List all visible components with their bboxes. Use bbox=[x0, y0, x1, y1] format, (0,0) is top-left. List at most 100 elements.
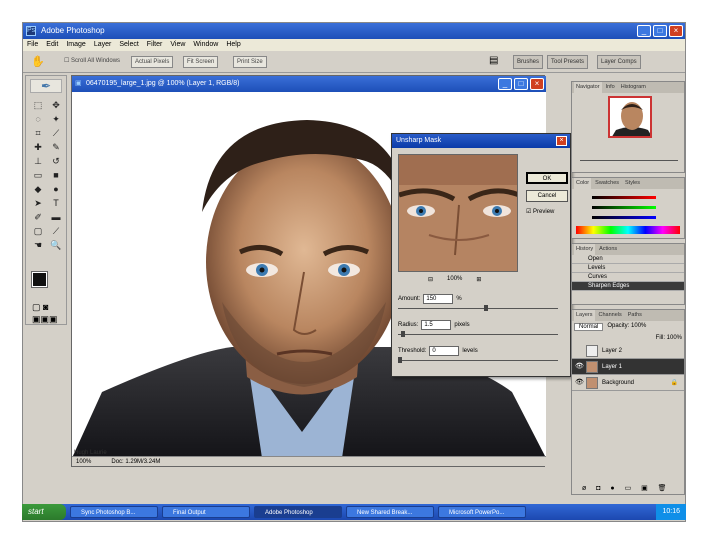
tab-info[interactable]: Info bbox=[604, 82, 617, 93]
preview-checkbox[interactable]: ☑ Preview bbox=[526, 208, 554, 215]
quickmask-icon[interactable]: ▢ ◙ bbox=[32, 302, 48, 313]
navigator-thumbnail[interactable] bbox=[608, 96, 652, 138]
radius-slider[interactable] bbox=[398, 331, 558, 337]
visibility-eye-icon[interactable]: 👁 bbox=[575, 375, 584, 391]
dialog-titlebar[interactable]: Unsharp Mask × bbox=[392, 134, 570, 148]
history-item[interactable]: Open bbox=[572, 255, 684, 264]
window-titlebar[interactable]: Ps Adobe Photoshop _ □ × bbox=[23, 23, 685, 39]
menu-filter[interactable]: Filter bbox=[147, 39, 163, 51]
zoom-icon[interactable]: 🔍 bbox=[49, 240, 63, 251]
amount-slider-thumb[interactable] bbox=[483, 305, 488, 311]
radius-slider-thumb[interactable] bbox=[401, 331, 406, 337]
close-button[interactable]: × bbox=[669, 25, 683, 37]
blend-mode-select[interactable]: Normal bbox=[574, 323, 604, 331]
brush-icon[interactable]: ✎ bbox=[49, 142, 63, 153]
healing-icon[interactable]: ✚ bbox=[31, 142, 45, 153]
move-icon[interactable]: ✥ bbox=[49, 100, 63, 111]
tab-color[interactable]: Color bbox=[574, 178, 592, 189]
feather-icon[interactable]: ✒ bbox=[30, 79, 62, 93]
zoom-out-button[interactable]: ⊟ bbox=[428, 276, 433, 283]
taskbar-item[interactable]: Sync Photoshop B... bbox=[70, 506, 158, 518]
eraser-icon[interactable]: ▭ bbox=[31, 170, 45, 181]
print-size-button[interactable]: Print Size bbox=[233, 56, 267, 68]
amount-slider[interactable] bbox=[398, 305, 558, 311]
history-brush-icon[interactable]: ↺ bbox=[49, 156, 63, 167]
menu-select[interactable]: Select bbox=[119, 39, 138, 51]
menu-edit[interactable]: Edit bbox=[46, 39, 58, 51]
zoom-in-button[interactable]: ⊞ bbox=[476, 276, 481, 283]
slice-icon[interactable]: ⟋ bbox=[49, 128, 63, 139]
opacity-field[interactable]: Opacity: 100% bbox=[607, 323, 646, 331]
tab-layers[interactable]: Layers bbox=[574, 310, 595, 321]
menu-window[interactable]: Window bbox=[193, 39, 218, 51]
green-slider[interactable] bbox=[592, 206, 656, 209]
scroll-all-checkbox[interactable]: ☐ Scroll All Windows bbox=[61, 56, 123, 68]
threshold-input[interactable]: 0 bbox=[429, 346, 460, 356]
visibility-eye-icon[interactable]: 👁 bbox=[575, 359, 584, 375]
actual-pixels-button[interactable]: Actual Pixels bbox=[131, 56, 174, 68]
taskbar-item[interactable]: Microsoft PowerPo... bbox=[438, 506, 526, 518]
maximize-button[interactable]: □ bbox=[653, 25, 667, 37]
layer-row[interactable]: 👁 Background 🔒 bbox=[572, 375, 684, 391]
history-item[interactable]: Levels bbox=[572, 264, 684, 273]
amount-input[interactable]: 150 bbox=[423, 294, 454, 304]
tab-paths[interactable]: Paths bbox=[626, 310, 644, 321]
tab-layer-comps[interactable]: Layer Comps bbox=[597, 55, 641, 69]
doc-minimize-button[interactable]: _ bbox=[498, 78, 512, 90]
color-spectrum[interactable] bbox=[576, 226, 680, 234]
screen-mode-icon[interactable]: ▣▣▣ bbox=[32, 314, 58, 325]
navigator-zoom-slider[interactable] bbox=[580, 160, 678, 161]
ok-button[interactable]: OK bbox=[526, 172, 568, 184]
layer-actions-icons[interactable]: ø ◘ ● ▭ ▣ 🗑 bbox=[582, 484, 671, 492]
dodge-icon[interactable]: ● bbox=[49, 184, 63, 195]
tab-histogram[interactable]: Histogram bbox=[619, 82, 648, 93]
start-button[interactable]: start bbox=[22, 504, 66, 520]
cancel-button[interactable]: Cancel bbox=[526, 190, 568, 202]
history-item[interactable]: Curves bbox=[572, 273, 684, 282]
filter-preview[interactable] bbox=[398, 154, 518, 272]
hand-tool-icon[interactable]: ✋ bbox=[31, 55, 45, 68]
menu-help[interactable]: Help bbox=[226, 39, 240, 51]
layer-row[interactable]: Layer 2 bbox=[572, 343, 684, 359]
fit-screen-button[interactable]: Fit Screen bbox=[183, 56, 219, 68]
blur-icon[interactable]: ◆ bbox=[31, 184, 45, 195]
tab-brushes[interactable]: Brushes bbox=[513, 55, 544, 69]
taskbar-item-active[interactable]: Adobe Photoshop bbox=[254, 506, 342, 518]
tab-history[interactable]: History bbox=[574, 244, 596, 255]
menu-layer[interactable]: Layer bbox=[94, 39, 112, 51]
eyedropper-icon[interactable]: ⟋ bbox=[49, 226, 63, 237]
marquee-icon[interactable]: ⬚ bbox=[31, 100, 45, 111]
menu-view[interactable]: View bbox=[170, 39, 185, 51]
tab-styles[interactable]: Styles bbox=[623, 178, 642, 189]
path-select-icon[interactable]: ➤ bbox=[31, 198, 45, 209]
radius-input[interactable]: 1.5 bbox=[421, 320, 452, 330]
fill-field[interactable]: Fill: 100% bbox=[656, 335, 682, 341]
tab-navigator[interactable]: Navigator bbox=[574, 82, 602, 93]
file-browser-icon[interactable]: ▤ bbox=[489, 55, 498, 66]
stamp-icon[interactable]: ⊥ bbox=[31, 156, 45, 167]
type-icon[interactable]: T bbox=[49, 198, 63, 209]
gradient-icon[interactable]: ■ bbox=[49, 170, 63, 181]
foreground-color-swatch[interactable] bbox=[31, 271, 48, 288]
taskbar-item[interactable]: Final Output bbox=[162, 506, 250, 518]
red-slider[interactable] bbox=[592, 196, 656, 199]
blue-slider[interactable] bbox=[592, 216, 656, 219]
doc-maximize-button[interactable]: □ bbox=[514, 78, 528, 90]
dialog-close-button[interactable]: × bbox=[556, 136, 567, 146]
zoom-readout[interactable]: 100% bbox=[76, 457, 91, 466]
document-titlebar[interactable]: ▣ 06470195_large_1.jpg @ 100% (Layer 1, … bbox=[72, 76, 546, 92]
taskbar-item[interactable]: New Shared Break... bbox=[346, 506, 434, 518]
lasso-icon[interactable]: ◌ bbox=[31, 114, 45, 125]
crop-icon[interactable]: ⌗ bbox=[31, 128, 45, 139]
tab-actions[interactable]: Actions bbox=[597, 244, 619, 255]
threshold-slider-thumb[interactable] bbox=[398, 357, 402, 363]
doc-close-button[interactable]: × bbox=[530, 78, 544, 90]
layer-row-selected[interactable]: 👁 Layer 1 bbox=[572, 359, 684, 375]
notes-icon[interactable]: ▢ bbox=[31, 226, 45, 237]
tab-swatches[interactable]: Swatches bbox=[593, 178, 621, 189]
tab-channels[interactable]: Channels bbox=[597, 310, 624, 321]
hand-icon[interactable]: ☚ bbox=[31, 240, 45, 251]
tab-tool-presets[interactable]: Tool Presets bbox=[547, 55, 589, 69]
minimize-button[interactable]: _ bbox=[637, 25, 651, 37]
menu-image[interactable]: Image bbox=[66, 39, 85, 51]
